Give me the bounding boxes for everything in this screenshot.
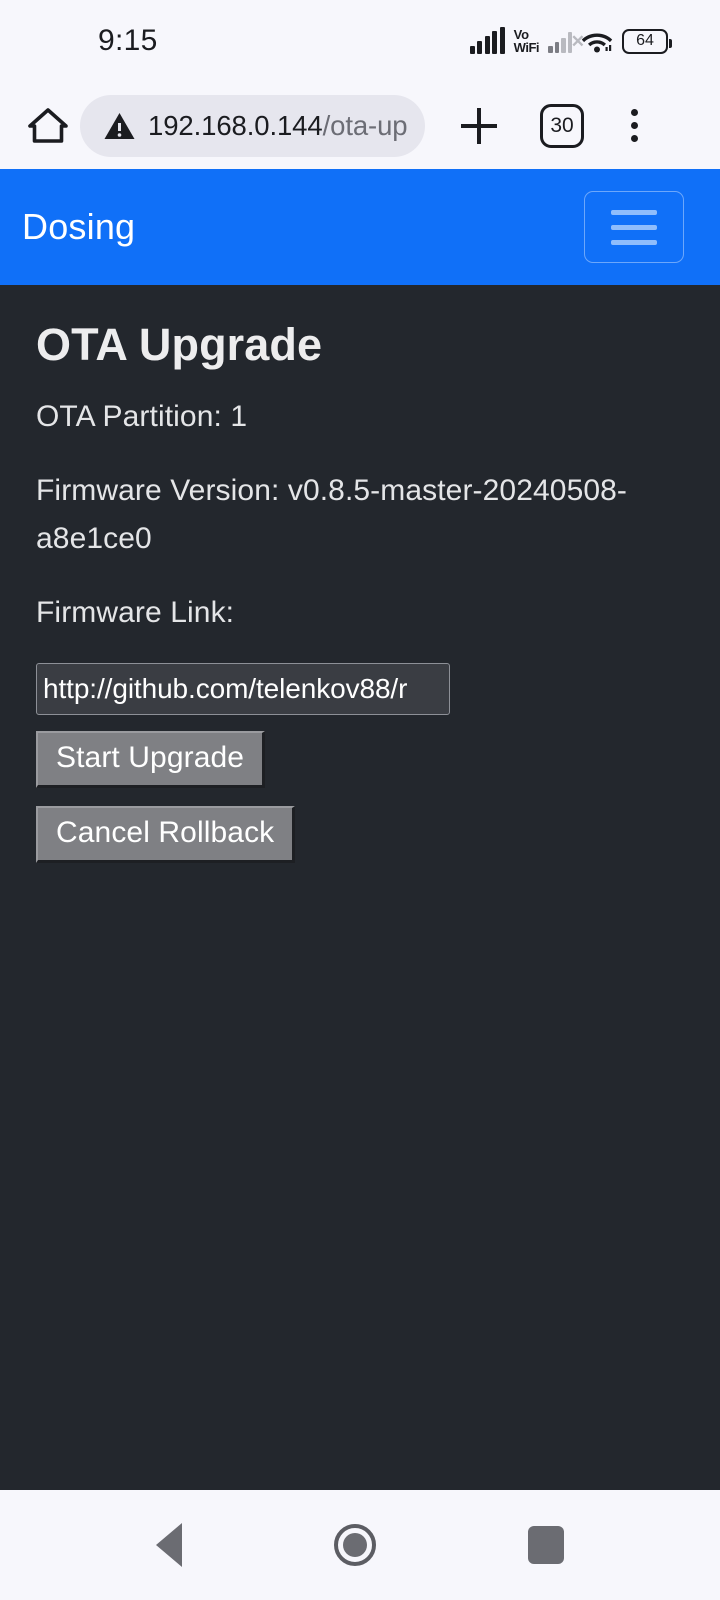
- new-tab-button[interactable]: [452, 99, 506, 153]
- nav-back-button[interactable]: [156, 1523, 182, 1567]
- signal-bars-sim2-icon: ✕: [548, 29, 585, 53]
- cancel-rollback-button[interactable]: Cancel Rollback: [36, 806, 296, 863]
- app-header: Dosing: [0, 169, 720, 285]
- firmware-version-text: Firmware Version: v0.8.5-master-20240508…: [36, 474, 628, 555]
- status-icon-group: Vo WiFi ✕ 64: [469, 27, 672, 55]
- tab-switcher-button[interactable]: 30: [540, 103, 584, 148]
- url-bar[interactable]: 192.168.0.144/ota-up: [80, 94, 425, 157]
- hamburger-bar: [611, 224, 657, 230]
- wifi-icon: [581, 29, 613, 53]
- browser-menu-button[interactable]: [614, 104, 654, 148]
- hamburger-bar: [611, 239, 657, 245]
- home-icon: [28, 107, 68, 143]
- firmware-link-label: Firmware Link:: [36, 596, 235, 629]
- url-path: /ota-up: [322, 109, 408, 141]
- firmware-link-input[interactable]: [36, 663, 450, 715]
- page-content: OTA Upgrade OTA Partition: 1 Firmware Ve…: [0, 285, 720, 1490]
- status-clock: 9:15: [98, 24, 158, 57]
- battery-level-label: 64: [636, 32, 654, 49]
- signal-bars-icon: [469, 27, 505, 54]
- android-nav-bar: [0, 1490, 720, 1600]
- kebab-dot: [630, 135, 638, 142]
- kebab-dot: [630, 109, 638, 116]
- home-button[interactable]: [22, 100, 74, 152]
- warning-triangle-icon: [104, 112, 135, 139]
- volte-wifi-icon: Vo WiFi: [513, 28, 540, 55]
- start-upgrade-button[interactable]: Start Upgrade: [36, 731, 266, 788]
- ota-partition-text: OTA Partition: 1: [36, 400, 248, 433]
- hamburger-menu-button[interactable]: [584, 191, 684, 263]
- nav-home-inner-dot: [343, 1533, 367, 1557]
- phone-screen: 9:15 Vo WiFi ✕ 64 192.168.0.144/ota-up 3…: [0, 0, 720, 1600]
- kebab-dot: [630, 122, 638, 129]
- nav-home-button[interactable]: [334, 1524, 376, 1566]
- browser-toolbar: 192.168.0.144/ota-up 30: [0, 82, 720, 169]
- hamburger-bar: [611, 209, 657, 215]
- page-title: OTA Upgrade: [36, 319, 323, 370]
- url-text: 192.168.0.144/ota-up: [148, 110, 408, 142]
- url-host: 192.168.0.144: [148, 109, 323, 141]
- tab-count-label: 30: [550, 114, 574, 137]
- volte-line-2: WiFi: [513, 40, 540, 55]
- nav-recents-button[interactable]: [528, 1526, 564, 1564]
- android-status-bar: 9:15 Vo WiFi ✕ 64: [0, 0, 720, 82]
- app-title: Dosing: [22, 206, 136, 247]
- battery-icon: 64: [622, 28, 672, 54]
